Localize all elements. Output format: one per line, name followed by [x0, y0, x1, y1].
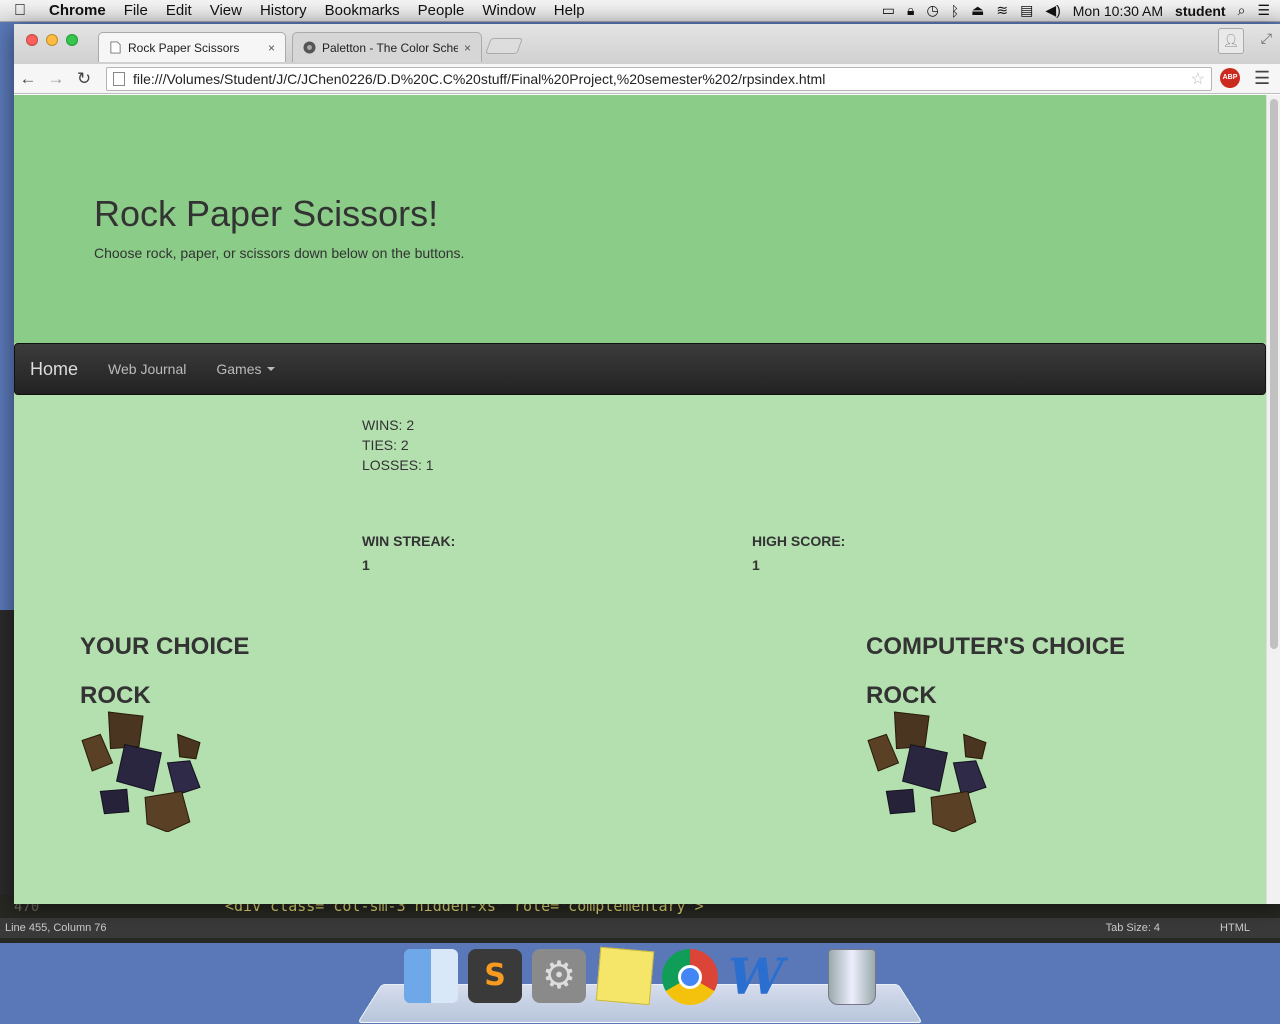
wifi-icon[interactable]: ≋ — [996, 2, 1008, 19]
chrome-icon-center — [678, 965, 702, 989]
tab-label: Paletton - The Color Scheme — [322, 40, 458, 55]
chrome-window: Rock Paper Scissors × Paletton - The Col… — [14, 24, 1280, 904]
tab-rock-paper-scissors[interactable]: Rock Paper Scissors × — [98, 32, 286, 62]
bluetooth-icon[interactable]: ᛒ — [951, 3, 959, 19]
tab-close-icon[interactable]: × — [268, 41, 275, 55]
ties-count: TIES: 2 — [362, 437, 409, 453]
page-title: Rock Paper Scissors! — [94, 193, 439, 234]
high-score-value: 1 — [752, 557, 760, 573]
forward-icon[interactable]: → — [42, 69, 70, 89]
menu-app-chrome[interactable]: Chrome — [40, 2, 115, 19]
menu-edit[interactable]: Edit — [157, 2, 201, 19]
nav-games-dropdown[interactable]: Games — [201, 361, 290, 377]
menu-help[interactable]: Help — [545, 2, 594, 19]
nav-home-link[interactable]: Home — [15, 359, 93, 380]
wins-count: WINS: 2 — [362, 417, 415, 433]
editor-tab-size[interactable]: Tab Size: 4 — [1106, 922, 1160, 934]
high-score-label: HIGH SCORE: — [752, 533, 846, 549]
adblock-plus-icon[interactable]: ABP — [1220, 68, 1240, 88]
word-icon[interactable]: W — [728, 949, 784, 1005]
chrome-menu-icon[interactable]: ☰ — [1254, 68, 1270, 89]
volume-icon[interactable]: ◀) — [1045, 2, 1060, 19]
background-editor-edge — [0, 610, 14, 900]
back-icon[interactable]: ← — [14, 69, 42, 89]
tab-strip: Rock Paper Scissors × Paletton - The Col… — [14, 24, 1280, 64]
menubar-status-area: ▭ 🔒︎ ◷ ᛒ ⏏ ≋ ▤ ◀) Mon 10:30 AM student ⌕… — [882, 2, 1280, 19]
computer-choice-panel: COMPUTER'S CHOICE ROCK — [866, 633, 1125, 837]
win-streak-label: WIN STREAK: — [362, 533, 456, 549]
url-text: file:///Volumes/Student/J/C/JChen0226/D.… — [133, 71, 826, 87]
chrome-icon[interactable] — [662, 949, 718, 1005]
menu-file[interactable]: File — [115, 2, 157, 19]
profile-icon[interactable]: 👤︎ — [1218, 28, 1244, 54]
zoom-window-button[interactable] — [66, 34, 78, 46]
notification-center-icon[interactable]: ☰ — [1257, 2, 1270, 19]
apple-icon[interactable]:  — [0, 2, 40, 20]
finder-icon[interactable] — [404, 949, 458, 1003]
editor-syntax[interactable]: HTML — [1220, 922, 1250, 934]
menu-view[interactable]: View — [201, 2, 251, 19]
macos-menubar:  Chrome File Edit View History Bookmark… — [0, 0, 1280, 22]
lock-icon[interactable]: 🔒︎ — [907, 2, 914, 19]
airplay-icon[interactable]: ▭ — [882, 2, 895, 19]
reload-icon[interactable]: ↻ — [70, 69, 98, 89]
window-controls — [26, 34, 78, 46]
your-choice-panel: YOUR CHOICE ROCK — [80, 633, 249, 837]
flag-icon[interactable]: ▤ — [1020, 2, 1033, 19]
page-subtitle: Choose rock, paper, or scissors down bel… — [94, 245, 465, 261]
rock-image — [867, 711, 987, 833]
new-tab-button[interactable] — [485, 38, 523, 54]
address-bar[interactable]: file:///Volumes/Student/J/C/JChen0226/D.… — [106, 67, 1212, 91]
nav-web-journal-link[interactable]: Web Journal — [93, 361, 201, 377]
close-window-button[interactable] — [26, 34, 38, 46]
tab-label: Rock Paper Scissors — [128, 40, 240, 55]
eject-icon[interactable]: ⏏ — [971, 2, 984, 19]
page-scrollbar[interactable] — [1266, 95, 1280, 904]
menubar-clock[interactable]: Mon 10:30 AM — [1073, 3, 1163, 19]
system-preferences-icon[interactable]: ⚙ — [532, 949, 586, 1003]
dock: S ⚙ W — [357, 945, 923, 1024]
nav-games-label: Games — [216, 361, 262, 377]
your-choice-heading: YOUR CHOICE — [80, 633, 250, 660]
jumbotron-header: Rock Paper Scissors! Choose rock, paper,… — [14, 95, 1266, 343]
editor-cursor-position: Line 455, Column 76 — [5, 922, 107, 934]
menubar-user[interactable]: student — [1175, 3, 1226, 19]
scrollbar-thumb[interactable] — [1270, 99, 1278, 649]
losses-count: LOSSES: 1 — [362, 457, 434, 473]
computer-choice-value: ROCK — [866, 682, 937, 709]
win-streak: WIN STREAK: 1 — [362, 533, 455, 573]
page-icon — [110, 41, 121, 54]
caret-down-icon — [267, 367, 276, 371]
fullscreen-icon[interactable]: ⤢ — [1261, 30, 1272, 47]
paletton-favicon-icon — [303, 41, 316, 54]
your-choice-value: ROCK — [80, 682, 151, 709]
rock-image — [81, 711, 201, 833]
stickies-icon[interactable] — [595, 946, 655, 1006]
page-viewport: Rock Paper Scissors! Choose rock, paper,… — [14, 95, 1266, 904]
menu-people[interactable]: People — [409, 2, 474, 19]
menu-bookmarks[interactable]: Bookmarks — [316, 2, 409, 19]
browser-toolbar: ← → ↻ file:///Volumes/Student/J/C/JChen0… — [14, 64, 1280, 94]
win-streak-value: 1 — [362, 557, 370, 573]
menu-history[interactable]: History — [251, 2, 316, 19]
tab-close-icon[interactable]: × — [464, 41, 471, 55]
page-icon — [113, 72, 125, 86]
score-stats: WINS: 2 TIES: 2 LOSSES: 1 — [362, 415, 434, 475]
menu-window[interactable]: Window — [473, 2, 544, 19]
high-score: HIGH SCORE: 1 — [752, 533, 845, 573]
time-machine-icon[interactable]: ◷ — [926, 2, 938, 19]
editor-status-bar: Line 455, Column 76 Tab Size: 4 HTML — [0, 918, 1280, 938]
sublime-text-icon[interactable]: S — [468, 949, 522, 1003]
trash-icon[interactable] — [828, 949, 876, 1005]
bookmark-star-icon[interactable]: ☆ — [1191, 69, 1205, 89]
minimize-window-button[interactable] — [46, 34, 58, 46]
spotlight-search-icon[interactable]: ⌕ — [1238, 2, 1246, 19]
tab-paletton[interactable]: Paletton - The Color Scheme × — [292, 32, 482, 62]
computer-choice-heading: COMPUTER'S CHOICE — [866, 633, 1126, 660]
site-navbar: Home Web Journal Games — [14, 343, 1266, 395]
